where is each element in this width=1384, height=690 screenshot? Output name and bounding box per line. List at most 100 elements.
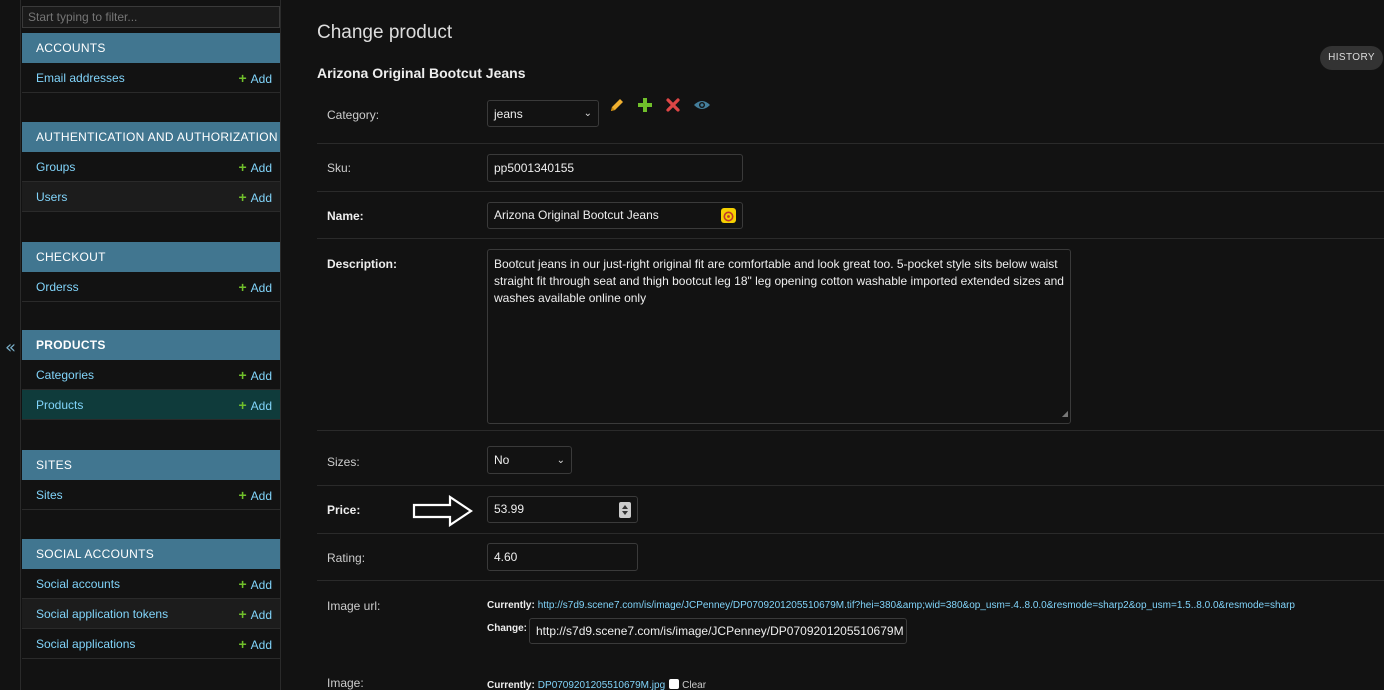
rating-label: Rating: — [327, 551, 366, 565]
sidebar-item-products[interactable]: Products + Add — [22, 390, 280, 420]
add-plus-icon: + — [238, 487, 247, 503]
object-title: Arizona Original Bootcut Jeans — [317, 65, 526, 81]
add-email-address-link[interactable]: + Add — [238, 63, 272, 94]
image-currently-label: Currently: — [487, 680, 535, 690]
add-category-link[interactable]: + Add — [238, 360, 272, 391]
nav-filter-input[interactable] — [22, 6, 280, 28]
chevron-down-icon: ⌄ — [556, 454, 565, 466]
products-link[interactable]: Products — [36, 398, 83, 412]
category-select[interactable]: jeans ⌄ — [487, 100, 599, 127]
image-url-currently: Currently: http://s7d9.scene7.com/is/imag… — [487, 600, 1295, 611]
rating-input[interactable]: 4.60 — [487, 543, 638, 571]
module-products: PRODUCTS Categories + Add Products + Add — [22, 330, 280, 420]
sidebar-item-sites[interactable]: Sites + Add — [22, 480, 280, 510]
collapse-sidebar-button[interactable]: « — [0, 337, 21, 358]
pencil-icon[interactable] — [609, 97, 625, 113]
resize-handle-icon[interactable]: ◢ — [1062, 405, 1068, 422]
price-input[interactable]: 53.99 — [487, 496, 638, 523]
add-order-link[interactable]: + Add — [238, 272, 272, 303]
image-url-currently-label: Currently: — [487, 600, 535, 611]
module-sites: SITES Sites + Add — [22, 450, 280, 510]
price-input-value: 53.99 — [494, 502, 525, 516]
form-row-sizes: Sizes: No ⌄ — [317, 431, 1384, 486]
users-link[interactable]: Users — [36, 190, 67, 204]
sidebar-item-social-applications[interactable]: Social applications + Add — [22, 629, 280, 659]
category-label: Category: — [327, 108, 380, 122]
related-widget-actions — [609, 97, 710, 113]
price-label: Price: — [327, 503, 361, 517]
form-row-sku: Sku: pp5001340155 — [317, 144, 1384, 192]
module-caption-social-accounts[interactable]: SOCIAL ACCOUNTS — [22, 539, 280, 569]
sidebar-item-categories[interactable]: Categories + Add — [22, 360, 280, 390]
sites-link[interactable]: Sites — [36, 488, 63, 502]
name-label: Name: — [327, 209, 364, 223]
add-plus-icon: + — [238, 397, 247, 413]
module-caption-products[interactable]: PRODUCTS — [22, 330, 280, 360]
add-social-application-link[interactable]: + Add — [238, 629, 272, 660]
email-addresses-link[interactable]: Email addresses — [36, 71, 125, 85]
form-row-description: Description: Bootcut jeans in our just-r… — [317, 239, 1384, 431]
form-row-category: Category: jeans ⌄ — [317, 92, 1384, 144]
delete-related-icon[interactable] — [665, 97, 681, 113]
social-application-tokens-link[interactable]: Social application tokens — [36, 607, 168, 621]
add-plus-icon: + — [238, 279, 247, 295]
image-url-label: Image url: — [327, 599, 381, 613]
form-row-rating: Rating: 4.60 — [317, 534, 1384, 581]
module-checkout: CHECKOUT Orderss + Add — [22, 242, 280, 302]
description-textarea[interactable]: Bootcut jeans in our just-right original… — [487, 249, 1071, 424]
image-url-change-label: Change: — [487, 623, 527, 634]
clear-label: Clear — [682, 680, 707, 690]
sizes-select-value: No — [494, 453, 510, 467]
image-url-current-link[interactable]: http://s7d9.scene7.com/is/image/JCPenney… — [538, 600, 1295, 611]
categories-link[interactable]: Categories — [36, 368, 94, 382]
add-group-link[interactable]: + Add — [238, 152, 272, 183]
sidebar-item-social-accounts[interactable]: Social accounts + Add — [22, 569, 280, 599]
sidebar-nav: ACCOUNTS Email addresses +Add AUTHENTICA… — [21, 0, 281, 690]
sizes-select[interactable]: No ⌄ — [487, 446, 572, 474]
sidebar-item-users[interactable]: Users + Add — [22, 182, 280, 212]
module-social-accounts: SOCIAL ACCOUNTS Social accounts + Add Soc… — [22, 539, 280, 659]
module-caption-auth[interactable]: AUTHENTICATION AND AUTHORIZATION — [22, 122, 280, 152]
sidebar-collapse-rail: « — [0, 0, 21, 690]
number-spinner-icon[interactable] — [619, 502, 631, 518]
add-plus-icon: + — [238, 367, 247, 383]
name-input-value: Arizona Original Bootcut Jeans — [494, 208, 659, 222]
image-current-link[interactable]: DP0709201205510679M.jpg — [538, 680, 665, 690]
add-site-link[interactable]: + Add — [238, 480, 272, 511]
add-plus-icon: + — [238, 576, 247, 592]
add-social-application-token-link[interactable]: + Add — [238, 599, 272, 630]
groups-link[interactable]: Groups — [36, 160, 75, 174]
orderss-link[interactable]: Orderss — [36, 280, 79, 294]
module-accounts: ACCOUNTS Email addresses + Add — [22, 33, 280, 93]
module-caption-accounts[interactable]: ACCOUNTS — [22, 33, 280, 63]
name-input[interactable]: Arizona Original Bootcut Jeans — [487, 202, 743, 229]
module-caption-checkout[interactable]: CHECKOUT — [22, 242, 280, 272]
add-plus-icon: + — [238, 636, 247, 652]
autofill-icon[interactable] — [721, 208, 736, 223]
sidebar-item-social-application-tokens[interactable]: Social application tokens + Add — [22, 599, 280, 629]
form-row-price: Price: 53.99 — [317, 486, 1384, 534]
category-select-value: jeans — [494, 106, 523, 121]
module-auth: AUTHENTICATION AND AUTHORIZATION Groups … — [22, 122, 280, 212]
history-button[interactable]: HISTORY — [1320, 46, 1383, 70]
add-product-link[interactable]: + Add — [238, 390, 272, 421]
image-label: Image: — [327, 676, 364, 690]
clear-checkbox[interactable] — [669, 679, 680, 689]
add-plus-icon: + — [238, 159, 247, 175]
add-related-icon[interactable] — [637, 97, 653, 113]
add-plus-icon: + — [238, 189, 247, 205]
sidebar-item-orderss[interactable]: Orderss + Add — [22, 272, 280, 302]
description-label: Description: — [327, 257, 398, 271]
module-caption-sites[interactable]: SITES — [22, 450, 280, 480]
sidebar-item-groups[interactable]: Groups + Add — [22, 152, 280, 182]
add-plus-icon: + — [238, 70, 247, 86]
social-accounts-link[interactable]: Social accounts — [36, 577, 120, 591]
form-row-image-url: Image url: Currently: http://s7d9.scene7.… — [317, 581, 1384, 661]
sku-input[interactable]: pp5001340155 — [487, 154, 743, 182]
view-related-icon[interactable] — [693, 97, 710, 113]
add-user-link[interactable]: + Add — [238, 182, 272, 213]
social-applications-link[interactable]: Social applications — [36, 637, 135, 651]
add-social-account-link[interactable]: + Add — [238, 569, 272, 600]
sidebar-item-email-addresses[interactable]: Email addresses + Add — [22, 63, 280, 93]
image-url-input[interactable]: http://s7d9.scene7.com/is/image/JCPenney… — [529, 618, 907, 644]
